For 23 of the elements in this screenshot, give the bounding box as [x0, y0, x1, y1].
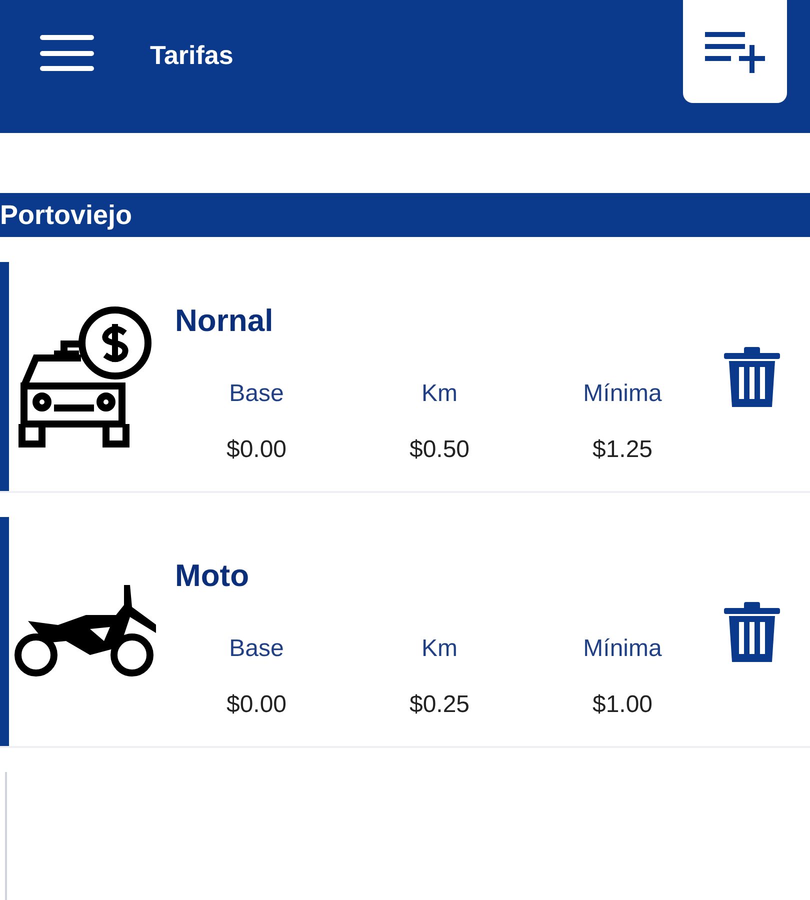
- field-label: Base: [229, 379, 284, 409]
- field-label: Km: [422, 634, 458, 664]
- field-value: $0.00: [226, 690, 287, 720]
- field-label: Mínima: [583, 379, 662, 409]
- trash-icon: [724, 602, 780, 662]
- field-label: Base: [229, 634, 284, 664]
- field-value: $1.00: [592, 690, 653, 720]
- playlist-add-icon: [705, 30, 765, 74]
- rate-name: Nornal: [175, 305, 274, 336]
- add-list-button[interactable]: [683, 0, 787, 103]
- field-value: $0.00: [226, 435, 287, 465]
- delete-button[interactable]: [724, 346, 780, 406]
- field-value: $0.50: [409, 435, 470, 465]
- field-label: Mínima: [583, 634, 662, 664]
- rate-name: Moto: [175, 560, 250, 591]
- field-value: $1.25: [592, 435, 653, 465]
- field-value: $0.25: [409, 690, 470, 720]
- page-title: Tarifas: [150, 39, 234, 72]
- section-title: Portoviejo: [0, 198, 132, 232]
- trash-icon: [724, 346, 780, 406]
- delete-button[interactable]: [724, 602, 780, 662]
- menu-icon[interactable]: [40, 33, 94, 73]
- field-label: Km: [422, 379, 458, 409]
